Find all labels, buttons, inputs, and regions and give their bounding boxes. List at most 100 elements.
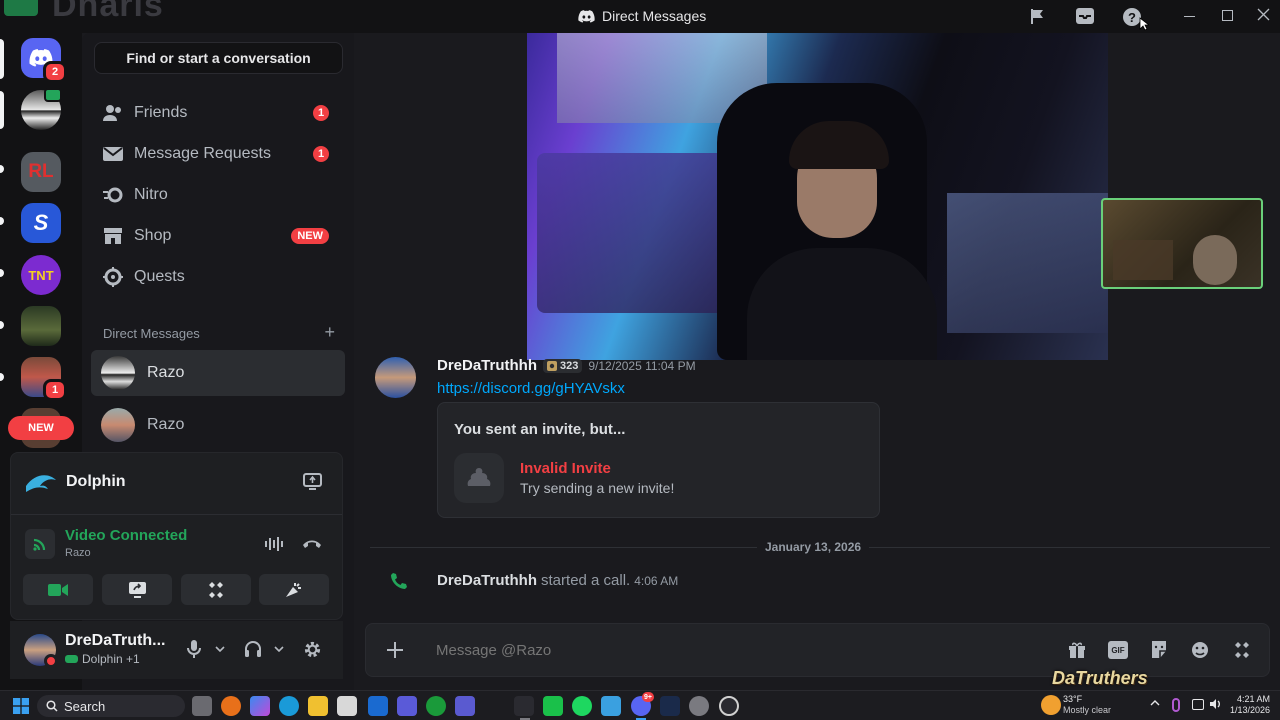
teams-icon[interactable] [397, 696, 417, 716]
edge-icon[interactable] [279, 696, 299, 716]
activity-name: Dolphin [66, 473, 126, 490]
guild-tag[interactable]: 323 [543, 358, 583, 373]
call-time: 4:06 AM [634, 574, 679, 588]
bed [947, 193, 1108, 333]
close-button[interactable] [1257, 8, 1270, 21]
dolphin-taskbar-icon[interactable] [514, 696, 534, 716]
settings-taskbar-icon[interactable] [689, 696, 709, 716]
tray-mic-icon[interactable] [1172, 698, 1180, 712]
nav-friends[interactable]: Friends 1 [91, 94, 345, 132]
task-view-icon[interactable] [192, 696, 212, 716]
title-bar: Dnaris Direct Messages ? [0, 0, 1280, 33]
microphone-icon[interactable] [187, 640, 201, 658]
volume-icon[interactable] [1209, 698, 1221, 710]
weather-temp[interactable]: 33°F [1063, 694, 1082, 704]
audio-options-chevron-icon[interactable] [274, 646, 284, 652]
live-video-icon [44, 88, 62, 102]
soundboard-button[interactable] [259, 574, 329, 605]
self-room [1113, 240, 1173, 280]
server-tnt[interactable]: TNT [21, 255, 61, 295]
nav-message-requests[interactable]: Message Requests 1 [91, 135, 345, 173]
selected-pill [0, 39, 4, 79]
windows-start-icon[interactable] [13, 698, 29, 714]
outlook-icon[interactable] [368, 696, 388, 716]
friends-badge: 1 [313, 105, 329, 121]
clock-date[interactable]: 1/13/2026 [1222, 705, 1270, 715]
message-avatar[interactable] [375, 357, 416, 398]
message-author[interactable]: DreDaTruthhh [437, 357, 537, 374]
message-input[interactable] [425, 634, 1045, 666]
inbox-icon[interactable] [1075, 7, 1095, 25]
server-avatar[interactable] [21, 306, 61, 346]
app-corner-logo [4, 0, 38, 16]
tray-chevron-icon[interactable] [1150, 700, 1160, 706]
message-header: DreDaTruthhh 323 9/12/2025 11:04 PM [437, 357, 696, 374]
self-video-preview[interactable] [1101, 198, 1263, 289]
connection-icon[interactable] [25, 529, 55, 559]
disconnect-icon[interactable] [302, 537, 322, 549]
app-g-icon[interactable] [426, 696, 446, 716]
window-title-text: Direct Messages [602, 8, 707, 24]
voice-channel[interactable]: Razo [65, 547, 91, 559]
dolphin-icon [24, 472, 58, 492]
copilot-icon[interactable] [250, 696, 270, 716]
steam-icon[interactable] [660, 696, 680, 716]
home-mention-badge: 2 [43, 61, 67, 83]
noise-suppression-icon[interactable] [264, 536, 286, 552]
nav-nitro[interactable]: Nitro [91, 176, 345, 214]
unread-dot [0, 165, 4, 173]
emoji-icon[interactable] [1191, 641, 1209, 659]
taskbar-search[interactable]: Search [37, 695, 185, 717]
maximize-button[interactable] [1222, 10, 1233, 21]
apps-icon[interactable] [1233, 641, 1251, 659]
clock-time[interactable]: 4:21 AM [1226, 694, 1270, 704]
app-green-icon[interactable] [543, 696, 563, 716]
user-name[interactable]: DreDaTruth... [65, 632, 165, 650]
video-button[interactable] [23, 574, 93, 605]
create-dm-icon[interactable]: + [324, 322, 335, 343]
file-explorer-icon[interactable] [308, 696, 328, 716]
app-notes-icon[interactable] [455, 696, 475, 716]
windows-taskbar: Search 9+ 33°F Mostly clear 4:21 AM 1/13… [0, 690, 1280, 720]
server-rl[interactable]: RL [21, 152, 61, 192]
settings-gear-icon[interactable] [303, 640, 322, 659]
avatar [101, 408, 135, 442]
gift-icon[interactable] [1068, 641, 1086, 659]
share-screen-button[interactable] [102, 574, 172, 605]
attach-plus-icon[interactable] [386, 641, 404, 659]
screen-share-return-icon[interactable] [303, 473, 322, 490]
firefox-icon[interactable] [221, 696, 241, 716]
sticker-icon[interactable] [1150, 640, 1168, 659]
app-blue-icon[interactable] [601, 696, 621, 716]
call-author[interactable]: DreDaTruthhh [437, 572, 537, 589]
message-timestamp: 9/12/2025 11:04 PM [588, 358, 696, 373]
unread-dot [0, 321, 4, 329]
nav-quests[interactable]: Quests [91, 258, 345, 296]
server-s[interactable]: S [21, 203, 61, 243]
call-text: started a call. [541, 572, 631, 589]
spotify-icon[interactable] [572, 696, 592, 716]
minimize-button[interactable] [1184, 16, 1195, 17]
inbox-flag-icon[interactable] [1030, 8, 1046, 25]
svg-text:?: ? [1128, 10, 1136, 25]
network-icon[interactable] [1192, 699, 1204, 710]
invalid-invite-icon [454, 453, 504, 503]
nitro-icon [101, 187, 125, 203]
new-unreads-pill[interactable]: NEW [8, 416, 74, 440]
video-stream[interactable] [527, 33, 1108, 360]
unread-dot [0, 269, 4, 277]
app-circle-icon[interactable] [719, 696, 739, 716]
invite-link[interactable]: https://discord.gg/gHYAVskx [437, 380, 625, 397]
quests-icon [101, 267, 125, 287]
activities-button[interactable] [181, 574, 251, 605]
store-icon[interactable] [337, 696, 357, 716]
nav-shop[interactable]: Shop NEW [91, 217, 345, 255]
gif-icon[interactable]: GIF [1108, 641, 1128, 659]
weather-desc[interactable]: Mostly clear [1063, 705, 1111, 715]
find-conversation-button[interactable]: Find or start a conversation [94, 42, 343, 74]
dm-item-razo[interactable]: Razo [91, 350, 345, 396]
mic-options-chevron-icon[interactable] [215, 646, 225, 652]
headphones-icon[interactable] [244, 640, 262, 658]
dm-item-razo-2[interactable]: Razo [91, 402, 345, 448]
voice-status[interactable]: Video Connected [65, 527, 187, 544]
